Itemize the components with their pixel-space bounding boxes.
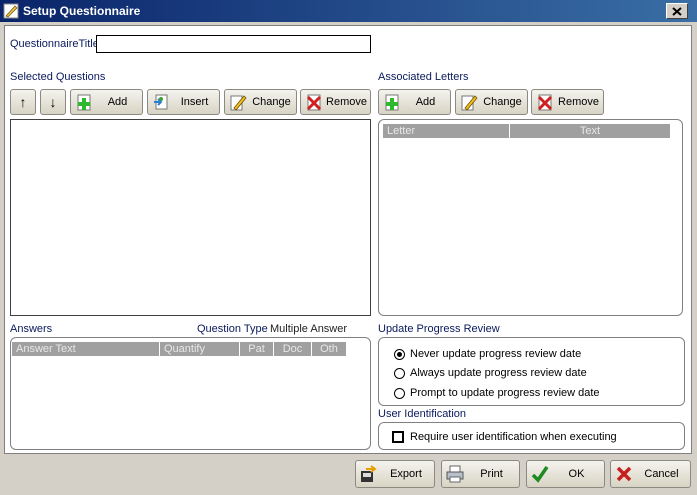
print-button[interactable]: Print bbox=[441, 460, 520, 488]
insert-question-button[interactable]: Insert bbox=[147, 89, 220, 115]
print-label: Print bbox=[480, 468, 503, 480]
change-question-label: Change bbox=[252, 96, 291, 108]
cancel-label: Cancel bbox=[644, 468, 679, 480]
insert-icon bbox=[154, 94, 168, 110]
add-letter-label: Add bbox=[415, 96, 436, 108]
question-type-value: Multiple Answer bbox=[270, 323, 348, 335]
edit-pencil-icon bbox=[230, 95, 247, 111]
add-document-icon bbox=[77, 94, 91, 111]
export-label: Export bbox=[390, 468, 422, 480]
update-progress-review-label: Update Progress Review bbox=[378, 323, 500, 335]
remove-icon bbox=[306, 94, 322, 111]
remove-question-button[interactable]: Remove bbox=[300, 89, 371, 115]
app-icon bbox=[3, 3, 19, 19]
column-header-doc[interactable]: Doc bbox=[274, 342, 312, 356]
column-header-quantify[interactable]: Quantify bbox=[160, 342, 240, 356]
column-header-text[interactable]: Text bbox=[510, 124, 671, 138]
answers-table[interactable]: Answer Text Quantify Pat Doc Oth bbox=[10, 337, 371, 450]
questionnaire-title-label: QuestionnaireTitle bbox=[10, 38, 99, 50]
add-document-icon bbox=[385, 94, 399, 111]
export-button[interactable]: Export bbox=[355, 460, 435, 488]
radio-always-update-label[interactable]: Always update progress review date bbox=[410, 367, 587, 379]
column-header-oth[interactable]: Oth bbox=[312, 342, 347, 356]
arrow-up-icon: ↑ bbox=[19, 94, 27, 110]
title-bar: Setup Questionnaire bbox=[0, 0, 697, 22]
answers-label: Answers bbox=[10, 323, 53, 335]
associated-letters-table[interactable]: Letter Text bbox=[378, 119, 683, 316]
associated-letters-label: Associated Letters bbox=[378, 71, 469, 83]
footer-bar: Export Print OK Cancel bbox=[0, 454, 697, 495]
add-question-button[interactable]: Add bbox=[70, 89, 143, 115]
ok-label: OK bbox=[568, 468, 585, 480]
close-icon bbox=[672, 6, 682, 16]
dialog-body: QuestionnaireTitle Selected Questions ↑ … bbox=[4, 25, 692, 454]
add-question-label: Add bbox=[107, 96, 128, 108]
remove-letter-label: Remove bbox=[558, 96, 599, 108]
move-up-button[interactable]: ↑ bbox=[10, 89, 36, 115]
radio-never-update-label[interactable]: Never update progress review date bbox=[410, 348, 581, 360]
arrow-down-icon: ↓ bbox=[49, 94, 57, 110]
selected-questions-label: Selected Questions bbox=[10, 71, 106, 83]
radio-prompt-update-label[interactable]: Prompt to update progress review date bbox=[410, 387, 600, 399]
cancel-button[interactable]: Cancel bbox=[610, 460, 691, 488]
change-letter-label: Change bbox=[483, 96, 522, 108]
change-question-button[interactable]: Change bbox=[224, 89, 297, 115]
change-letter-button[interactable]: Change bbox=[455, 89, 528, 115]
column-header-pat[interactable]: Pat bbox=[240, 342, 274, 356]
update-progress-review-group: Never update progress review date Always… bbox=[378, 337, 685, 406]
radio-prompt-update[interactable] bbox=[394, 388, 405, 399]
remove-letter-button[interactable]: Remove bbox=[531, 89, 604, 115]
checkmark-icon bbox=[531, 466, 549, 483]
add-letter-button[interactable]: Add bbox=[378, 89, 451, 115]
column-header-letter[interactable]: Letter bbox=[383, 124, 510, 138]
move-down-button[interactable]: ↓ bbox=[40, 89, 66, 115]
question-type-label: Question Type bbox=[197, 323, 268, 335]
insert-question-label: Insert bbox=[180, 96, 209, 108]
remove-icon bbox=[537, 94, 553, 111]
user-identification-label: User Identification bbox=[378, 408, 467, 420]
radio-always-update[interactable] bbox=[394, 368, 405, 379]
ok-button[interactable]: OK bbox=[526, 460, 605, 488]
require-user-id-label[interactable]: Require user identification when executi… bbox=[410, 431, 617, 443]
export-icon bbox=[361, 465, 377, 482]
user-identification-group: Require user identification when executi… bbox=[378, 422, 685, 450]
remove-question-label: Remove bbox=[326, 96, 367, 108]
radio-never-update[interactable] bbox=[394, 349, 405, 360]
printer-icon bbox=[446, 465, 464, 483]
close-button[interactable] bbox=[666, 3, 688, 19]
column-header-answer-text[interactable]: Answer Text bbox=[12, 342, 160, 356]
window-title: Setup Questionnaire bbox=[23, 4, 141, 18]
questionnaire-title-input[interactable] bbox=[96, 35, 371, 53]
edit-pencil-icon bbox=[461, 95, 478, 111]
require-user-id-checkbox[interactable] bbox=[392, 431, 404, 443]
selected-questions-list[interactable] bbox=[10, 119, 371, 316]
cancel-x-icon bbox=[616, 466, 632, 482]
